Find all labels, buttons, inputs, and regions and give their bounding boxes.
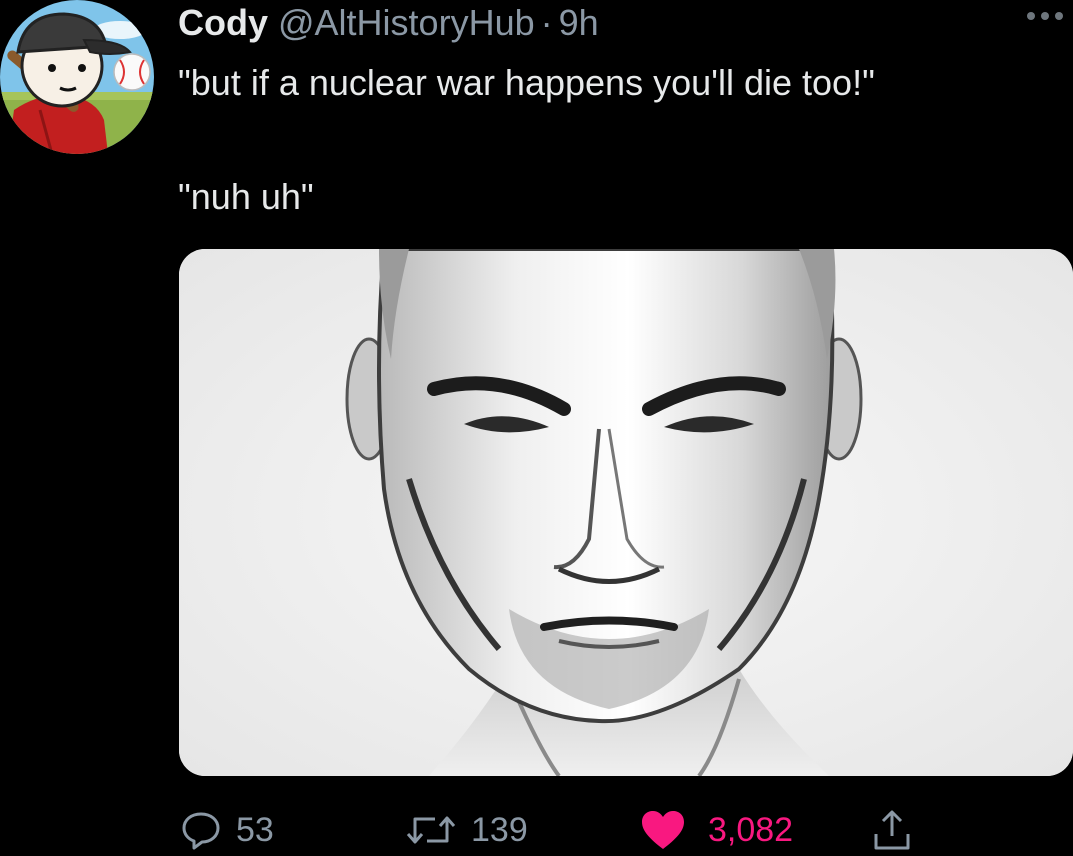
tweet-timestamp[interactable]: 9h: [559, 2, 599, 44]
like-count: 3,082: [708, 811, 794, 849]
heart-icon: [640, 809, 686, 851]
reply-button[interactable]: 53: [180, 808, 274, 852]
tweet-text-spacer: [178, 110, 1068, 170]
share-icon: [872, 808, 912, 852]
face-image: [179, 249, 1073, 776]
retweet-count: 139: [471, 811, 528, 849]
retweet-icon: [405, 809, 457, 851]
tweet-text-line: "but if a nuclear war happens you'll die…: [178, 62, 875, 103]
more-options-button[interactable]: [1023, 4, 1067, 28]
tweet-action-bar: 53 139 3,082: [0, 800, 1073, 856]
user-handle[interactable]: @AltHistoryHub: [278, 2, 535, 44]
more-dots-icon: [1027, 12, 1063, 20]
share-button[interactable]: [872, 808, 912, 852]
retweet-button[interactable]: 139: [405, 808, 528, 852]
reply-count: 53: [236, 811, 274, 849]
reply-icon: [180, 809, 222, 851]
cartoon-avatar-icon: [0, 0, 154, 154]
tweet-media-image[interactable]: [179, 249, 1073, 776]
avatar[interactable]: [0, 0, 154, 154]
tweet-text-line: "nuh uh": [178, 176, 314, 217]
tweet-header: Cody @AltHistoryHub · 9h: [178, 2, 599, 44]
tweet-text: "but if a nuclear war happens you'll die…: [178, 56, 1068, 224]
like-button[interactable]: 3,082: [640, 808, 793, 852]
display-name[interactable]: Cody: [178, 2, 268, 44]
header-separator: ·: [540, 2, 553, 43]
